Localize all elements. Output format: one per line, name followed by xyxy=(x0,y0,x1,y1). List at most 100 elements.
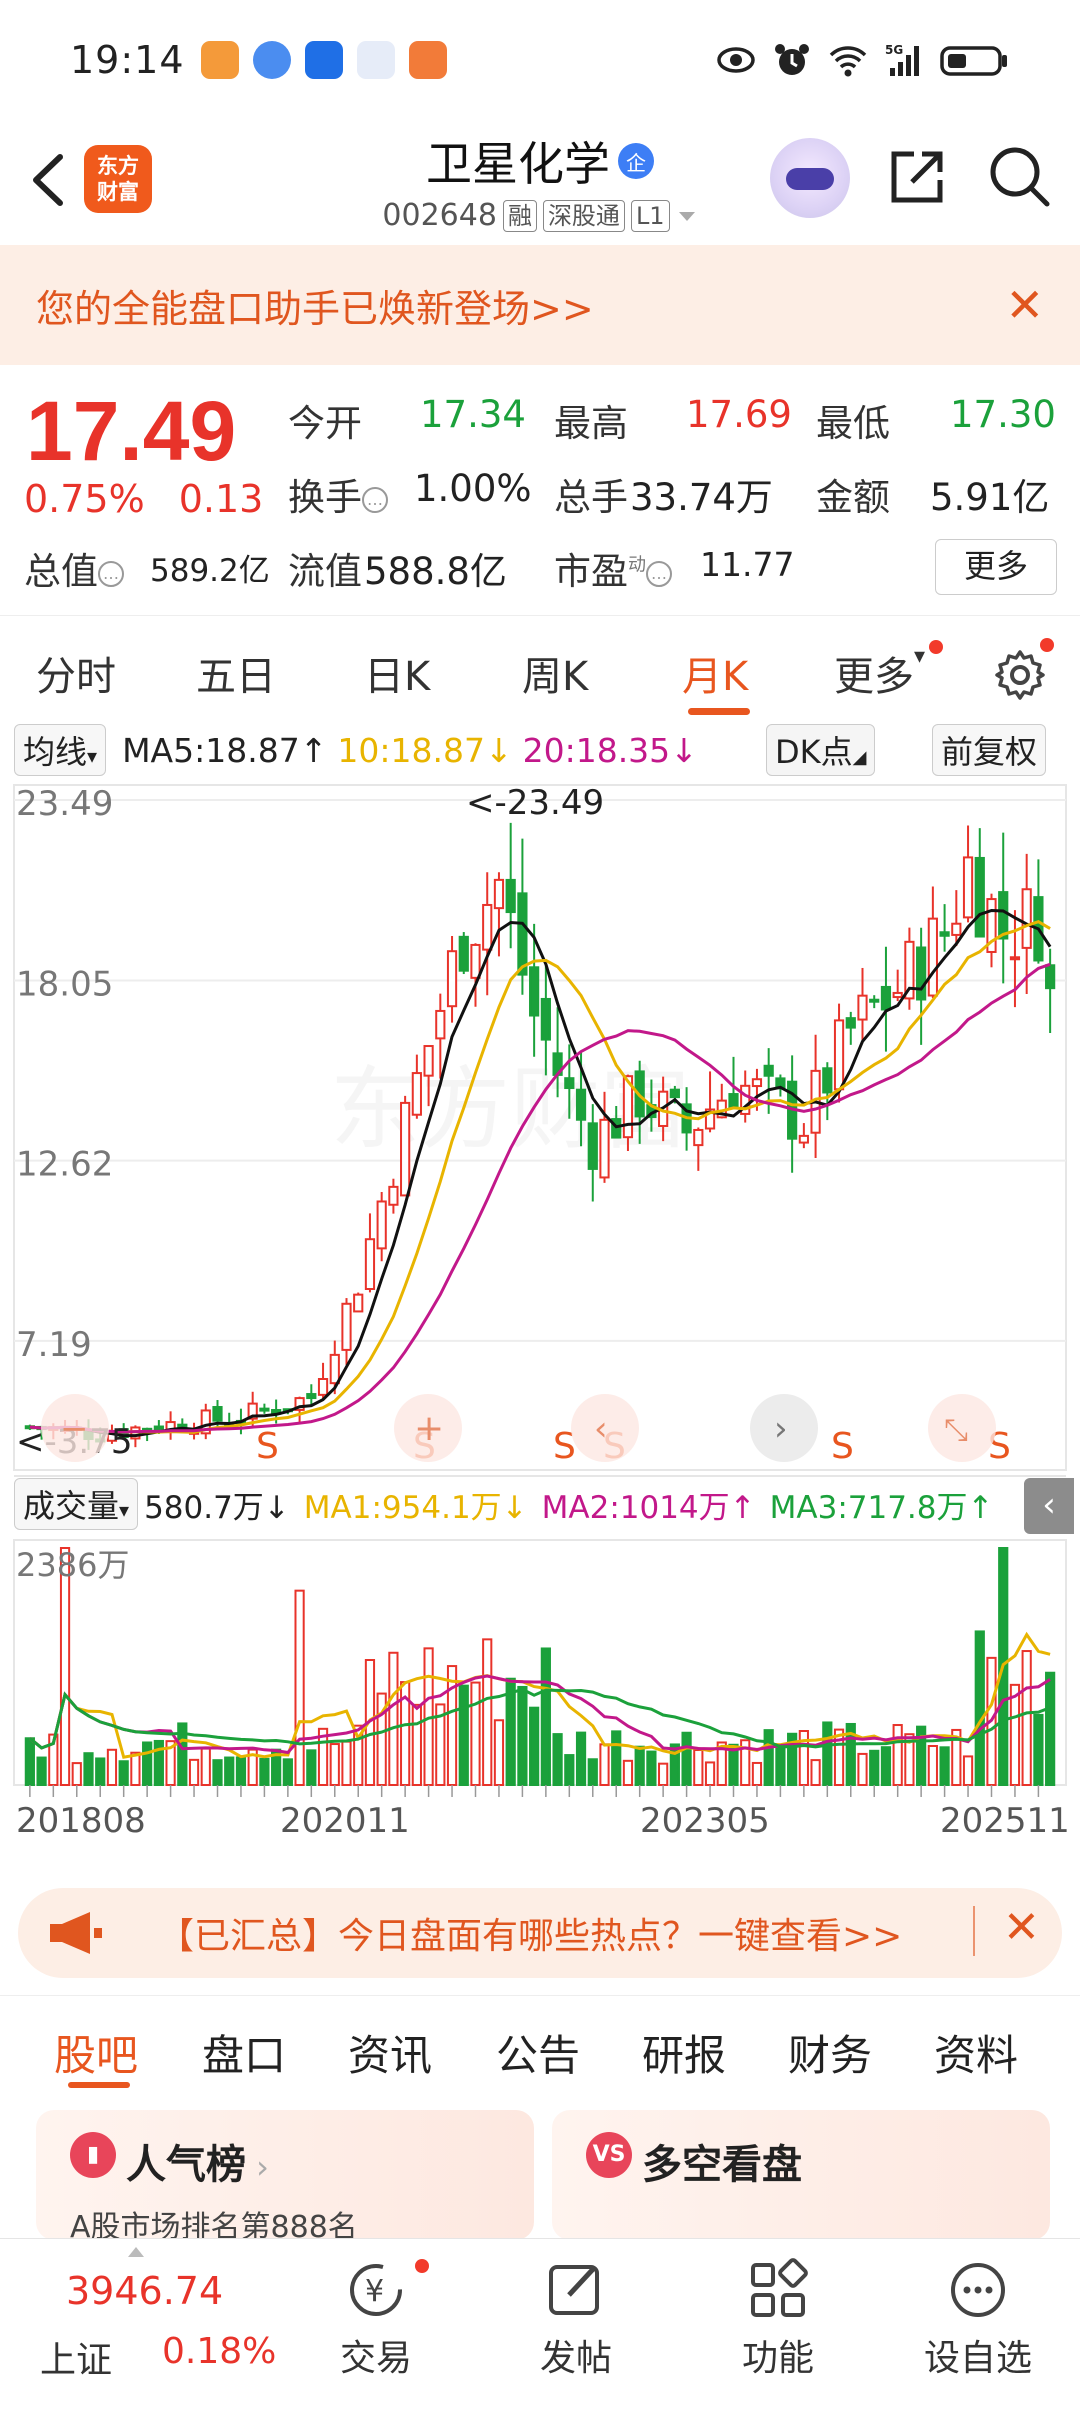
fullscreen-icon: ⤡ xyxy=(944,1413,968,1448)
volume-bar xyxy=(763,1729,774,1786)
next-icon: › xyxy=(774,1409,788,1449)
volume-bar xyxy=(622,1759,634,1786)
candle-body xyxy=(493,878,505,910)
volume-bar xyxy=(259,1757,270,1786)
volume-bar xyxy=(634,1745,645,1786)
candle-body xyxy=(575,1088,587,1121)
tab-guba[interactable]: 股吧 xyxy=(54,2022,138,2083)
trade-icon: ¥ xyxy=(350,2264,402,2316)
nav-post[interactable]: 发帖 xyxy=(526,2239,626,2381)
hotspot-close-icon[interactable]: ✕ xyxy=(1003,1902,1040,1953)
y-tick-label: 18.05 xyxy=(16,965,113,1005)
candle-body xyxy=(998,891,1009,940)
volume-ma2: MA2:1014万↑ xyxy=(541,1489,756,1526)
volume-bar xyxy=(83,1752,94,1786)
candle-body xyxy=(505,878,516,914)
tab-profile[interactable]: 资料 xyxy=(934,2022,1018,2083)
volume-bar xyxy=(564,1754,575,1786)
volume-bar xyxy=(704,1761,716,1787)
candle-body xyxy=(728,1093,739,1109)
svg-text:¥: ¥ xyxy=(365,2274,384,2309)
index-name: 上证 xyxy=(40,2340,113,2381)
candle-body xyxy=(1021,888,1032,949)
nav-functions[interactable]: 功能 xyxy=(728,2239,828,2381)
volume-max-label: 2386万 xyxy=(16,1546,129,1584)
candle-body xyxy=(798,1134,809,1144)
popularity-card[interactable]: ▮ 人气榜 › A股市场排名第888名 xyxy=(36,2110,534,2240)
candle-body xyxy=(880,985,892,1011)
candle-body xyxy=(376,1200,387,1250)
volume-bar xyxy=(36,1756,47,1787)
tab-research[interactable]: 研报 xyxy=(642,2022,726,2083)
nav-functions-label: 功能 xyxy=(741,2338,814,2379)
y-tick-label: 23.49 xyxy=(16,784,113,824)
candle-body xyxy=(364,1238,376,1290)
prev-icon: ‹ xyxy=(594,1409,608,1449)
collapse-panel-button[interactable]: ‹ xyxy=(1024,1478,1074,1534)
tab-pankou[interactable]: 盘口 xyxy=(202,2022,286,2083)
candle-body xyxy=(329,1353,340,1385)
candle-body xyxy=(833,1019,845,1091)
kline-chart[interactable]: 东方财富 23.4918.0512.627.19 <-23.49 <-3.75 … xyxy=(0,0,1080,1880)
grid-icon xyxy=(751,2258,808,2317)
content-tab-indicator xyxy=(68,2082,130,2088)
volume-bar xyxy=(892,1724,903,1787)
volume-bar xyxy=(658,1762,669,1787)
candle-body xyxy=(317,1378,329,1396)
nav-trade[interactable]: ¥ 交易 xyxy=(326,2239,426,2381)
volume-bars xyxy=(24,1547,1056,1787)
feature-cards: ▮ 人气榜 › A股市场排名第888名 VS 多空看盘 xyxy=(0,2110,1080,2240)
volume-bar xyxy=(611,1730,622,1787)
volume-bar xyxy=(833,1728,845,1787)
zoom-out-icon: − xyxy=(60,1409,89,1449)
volume-bar xyxy=(1045,1671,1056,1787)
bull-bear-card[interactable]: VS 多空看盘 xyxy=(552,2110,1050,2240)
zoom-in-icon: + xyxy=(414,1408,444,1449)
candle-body xyxy=(857,994,868,1021)
volume-bar xyxy=(24,1737,35,1786)
volume-bar xyxy=(306,1749,317,1786)
candle-body xyxy=(869,998,880,1003)
bottom-navigation: 3946.74 上证 0.18% ¥ 交易 发帖 功能 设自选 xyxy=(0,2238,1080,2412)
volume-selector[interactable]: 成交量▾ xyxy=(14,1478,139,1530)
volume-bar xyxy=(1021,1650,1032,1787)
volume-bar xyxy=(282,1758,293,1786)
y-tick-label: 12.62 xyxy=(16,1145,113,1185)
vs-icon: VS xyxy=(586,2132,632,2178)
candle-body xyxy=(564,1077,575,1090)
edit-icon xyxy=(549,2265,599,2315)
megaphone-icon xyxy=(50,1912,102,1954)
volume-bar xyxy=(411,1703,422,1786)
candle-body xyxy=(435,1009,446,1040)
candle-body xyxy=(212,1406,223,1422)
index-up-triangle-icon xyxy=(128,2247,144,2257)
x-tick-label: 202305 xyxy=(640,1801,770,1841)
volume-bar xyxy=(857,1752,868,1787)
candle-body xyxy=(400,1101,411,1197)
y-axis-labels: 23.49 18.05 12.62 7.19 xyxy=(16,784,113,1365)
tab-finance[interactable]: 财务 xyxy=(788,2022,872,2083)
tab-news[interactable]: 资讯 xyxy=(348,2022,432,2083)
volume-bar xyxy=(142,1741,153,1787)
candle-body xyxy=(446,950,458,1008)
candle-body xyxy=(540,997,551,1041)
nav-add-watchlist[interactable]: 设自选 xyxy=(918,2239,1038,2381)
tab-announcements[interactable]: 公告 xyxy=(496,2022,580,2083)
candle-body xyxy=(974,856,985,938)
candle-body xyxy=(599,1118,610,1179)
volume-bar xyxy=(974,1630,985,1787)
candle-body xyxy=(353,1293,364,1313)
hotspot-bar[interactable]: 【已汇总】今日盘面有哪些热点？一键查看>> ✕ xyxy=(18,1888,1062,1978)
x-tick-label: 202011 xyxy=(280,1801,410,1841)
volume-ma1: MA1:954.1万↓ xyxy=(303,1489,528,1526)
volume-bar xyxy=(529,1706,540,1787)
candle-body xyxy=(423,1045,434,1077)
volume-bar xyxy=(458,1684,469,1786)
nav-post-label: 发帖 xyxy=(539,2338,612,2379)
volume-bar xyxy=(939,1746,950,1787)
volume-bar xyxy=(493,1719,505,1787)
y-tick-label: 7.19 xyxy=(16,1325,92,1365)
volume-bar xyxy=(224,1756,235,1787)
volume-ma-lines xyxy=(28,1631,1051,1759)
content-tabs: 股吧 盘口 资讯 公告 研报 财务 资料 xyxy=(0,1995,1080,2095)
